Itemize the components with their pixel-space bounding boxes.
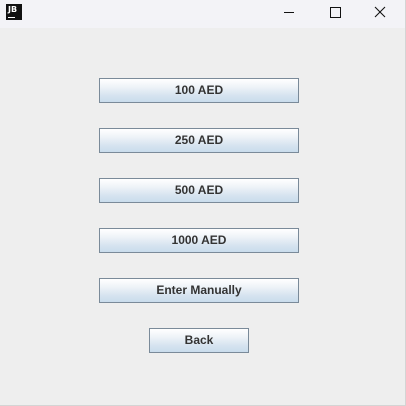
close-icon (374, 6, 386, 18)
content-panel: 100 AED 250 AED 500 AED 1000 AED Enter M… (0, 28, 405, 405)
amount-1000-button[interactable]: 1000 AED (99, 228, 299, 253)
back-button[interactable]: Back (149, 328, 249, 353)
enter-manually-button[interactable]: Enter Manually (99, 278, 299, 303)
minimize-icon (284, 12, 294, 13)
app-icon-label: JB (8, 5, 18, 14)
amount-500-button[interactable]: 500 AED (99, 178, 299, 203)
app-window: JB 100 AED 250 AED 500 AED 1000 AED Ente… (0, 0, 406, 406)
amount-100-button[interactable]: 100 AED (99, 78, 299, 103)
title-bar[interactable]: JB (0, 0, 405, 28)
maximize-icon (330, 7, 341, 18)
close-button[interactable] (358, 0, 404, 28)
minimize-button[interactable] (266, 0, 312, 28)
maximize-button[interactable] (312, 0, 358, 28)
app-icon: JB (6, 4, 22, 20)
amount-250-button[interactable]: 250 AED (99, 128, 299, 153)
